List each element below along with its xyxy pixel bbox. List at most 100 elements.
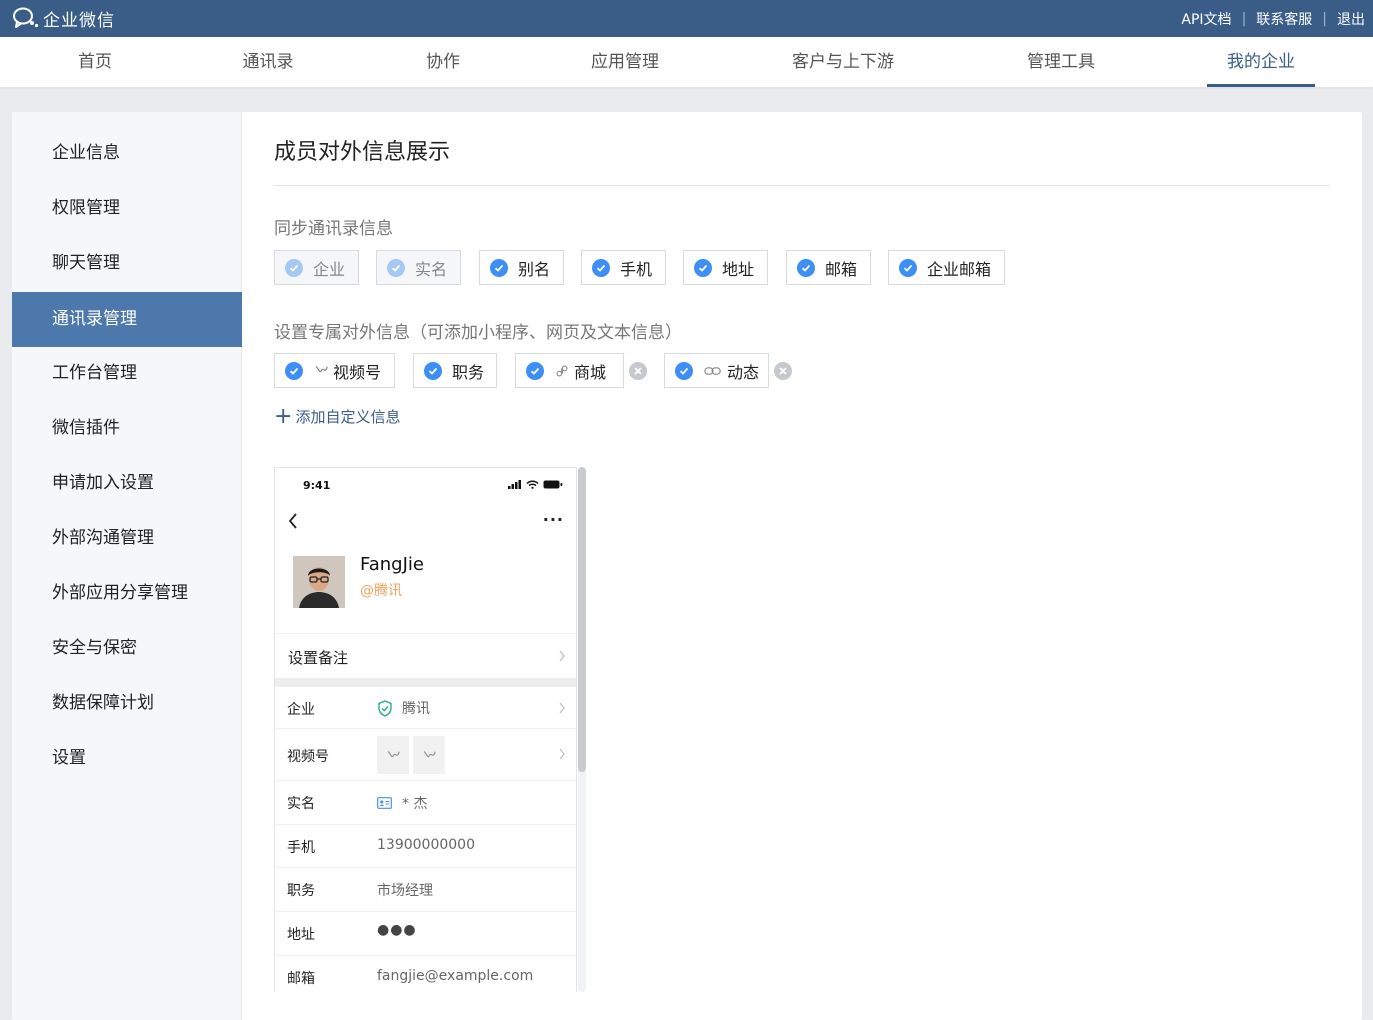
support-link[interactable]: 联系客服 — [1256, 9, 1312, 29]
member-name: FangJie — [360, 554, 424, 575]
link-icon — [703, 363, 723, 379]
phone-preview: 9:41 ··· FangJie @腾讯 设置备注 企业 腾讯 视频号 实名 *… — [274, 467, 577, 992]
sync-chip-enterprise[interactable]: 企业 — [274, 250, 359, 285]
main-card: 企业信息 权限管理 聊天管理 通讯录管理 工作台管理 微信插件 申请加入设置 外… — [12, 112, 1362, 1020]
brand-name: 企业微信 — [43, 10, 115, 31]
sync-chip-email[interactable]: 邮箱 — [786, 250, 871, 285]
sidebar-item-contacts-management[interactable]: 通讯录管理 — [12, 292, 242, 347]
channels-thumb[interactable] — [413, 736, 445, 774]
row-job-title: 职务 市场经理 — [275, 868, 576, 912]
chevron-right-icon — [559, 748, 565, 760]
sidebar-item-enterprise-info[interactable]: 企业信息 — [12, 126, 242, 181]
channels-icon — [423, 750, 436, 757]
row-email[interactable]: 邮箱 fangjie@example.com — [275, 956, 576, 992]
id-card-icon — [377, 797, 392, 809]
sync-section-title: 同步通讯录信息 — [274, 219, 393, 239]
row-realname: 实名 * 杰 — [275, 781, 576, 825]
top-bar: 企业微信 API文档 | 联系客服 | 退出 — [0, 0, 1373, 37]
avatar — [293, 556, 345, 608]
plus-icon: + — [274, 403, 293, 429]
checkbox-checked-icon — [797, 258, 815, 277]
back-arrow-icon[interactable] — [287, 512, 301, 530]
miniprogram-icon — [554, 363, 570, 379]
row-company[interactable]: 企业 腾讯 — [275, 687, 576, 729]
nav-item-apps[interactable]: 应用管理 — [580, 37, 670, 87]
nav-item-home[interactable]: 首页 — [55, 37, 135, 87]
sidebar-item-join-settings[interactable]: 申请加入设置 — [12, 456, 242, 511]
battery-icon — [543, 480, 563, 489]
nav-item-tools[interactable]: 管理工具 — [1016, 37, 1106, 87]
more-icon[interactable]: ··· — [543, 510, 564, 529]
nav-item-contacts[interactable]: 通讯录 — [228, 37, 308, 87]
nav-item-collab[interactable]: 协作 — [403, 37, 483, 87]
content-area: 成员对外信息展示 同步通讯录信息 企业 实名 别名 手机 地址 邮箱 企业邮箱 … — [274, 112, 1330, 1020]
set-remark-row[interactable]: 设置备注 — [275, 633, 576, 678]
set-remark-label: 设置备注 — [288, 649, 349, 667]
checkbox-checked-icon — [899, 258, 917, 277]
sidebar-item-security[interactable]: 安全与保密 — [12, 621, 242, 676]
status-icons — [508, 480, 563, 489]
sidebar: 企业信息 权限管理 聊天管理 通讯录管理 工作台管理 微信插件 申请加入设置 外… — [12, 112, 242, 1020]
sidebar-item-external-app-share[interactable]: 外部应用分享管理 — [12, 566, 242, 621]
preview-scrollbar[interactable] — [578, 467, 586, 772]
custom-chip-mall[interactable]: 商城 — [515, 353, 624, 388]
chevron-right-icon — [559, 650, 565, 662]
checkbox-checked-icon — [694, 258, 712, 277]
address-value: ●●● — [377, 922, 417, 938]
member-corp: @腾讯 — [360, 583, 402, 599]
sync-chip-realname[interactable]: 实名 — [376, 250, 461, 285]
row-mobile[interactable]: 手机 13900000000 — [275, 825, 576, 868]
main-nav: 首页 通讯录 协作 应用管理 客户与上下游 管理工具 我的企业 — [0, 37, 1373, 87]
remove-mall-icon[interactable] — [629, 362, 647, 380]
mobile-value: 13900000000 — [377, 837, 475, 853]
sync-chip-mobile[interactable]: 手机 — [581, 250, 666, 285]
sync-chip-corp-email[interactable]: 企业邮箱 — [888, 250, 1005, 285]
sidebar-item-data-protection[interactable]: 数据保障计划 — [12, 676, 242, 731]
checkbox-checked-icon — [675, 361, 693, 380]
api-docs-link[interactable]: API文档 — [1181, 9, 1231, 29]
channels-icon — [387, 750, 400, 757]
checkbox-checked-icon — [592, 258, 610, 277]
status-time: 9:41 — [303, 479, 331, 492]
custom-chip-channels[interactable]: 视频号 — [274, 353, 395, 388]
sidebar-item-workbench[interactable]: 工作台管理 — [12, 346, 242, 401]
verified-shield-icon — [378, 699, 392, 717]
sync-chip-address[interactable]: 地址 — [683, 250, 768, 285]
sidebar-item-settings[interactable]: 设置 — [12, 731, 242, 786]
sidebar-item-chat[interactable]: 聊天管理 — [12, 236, 242, 291]
brand-logo[interactable]: 企业微信 — [12, 5, 115, 31]
sidebar-item-external-comm[interactable]: 外部沟通管理 — [12, 511, 242, 566]
nav-active-indicator — [1207, 84, 1315, 87]
custom-chip-feed[interactable]: 动态 — [664, 353, 769, 388]
checkbox-checked-icon — [285, 258, 303, 277]
realname-value: * 杰 — [402, 796, 428, 812]
channels-thumb[interactable] — [377, 736, 409, 774]
signal-icon — [508, 480, 521, 489]
sidebar-item-wechat-plugin[interactable]: 微信插件 — [12, 401, 242, 456]
remove-feed-icon[interactable] — [774, 362, 792, 380]
chevron-right-icon — [559, 702, 565, 714]
checkbox-checked-icon — [387, 258, 405, 277]
email-value: fangjie@example.com — [377, 968, 534, 984]
section-gap — [275, 678, 576, 687]
sync-chip-alias[interactable]: 别名 — [479, 250, 564, 285]
logout-link[interactable]: 退出 — [1337, 9, 1365, 29]
wifi-icon — [526, 480, 539, 489]
custom-chip-job-title[interactable]: 职务 — [413, 353, 497, 388]
checkbox-checked-icon — [285, 361, 303, 380]
row-channels[interactable]: 视频号 — [275, 729, 576, 781]
company-value: 腾讯 — [402, 701, 430, 717]
sidebar-item-permissions[interactable]: 权限管理 — [12, 181, 242, 236]
title-divider — [274, 185, 1330, 186]
nav-item-customers[interactable]: 客户与上下游 — [785, 37, 901, 87]
checkbox-checked-icon — [424, 361, 442, 380]
wecom-logo-icon — [13, 7, 39, 28]
row-address[interactable]: 地址 ●●● — [275, 912, 576, 956]
add-custom-info-link[interactable]: + 添加自定义信息 — [274, 403, 400, 429]
top-links: API文档 | 联系客服 | 退出 — [1181, 9, 1365, 29]
job-title-value: 市场经理 — [377, 883, 433, 899]
custom-section-title: 设置专属对外信息（可添加小程序、网页及文本信息） — [274, 323, 682, 343]
checkbox-checked-icon — [490, 258, 508, 277]
nav-item-my-enterprise[interactable]: 我的企业 — [1207, 37, 1315, 87]
checkbox-checked-icon — [526, 361, 544, 380]
